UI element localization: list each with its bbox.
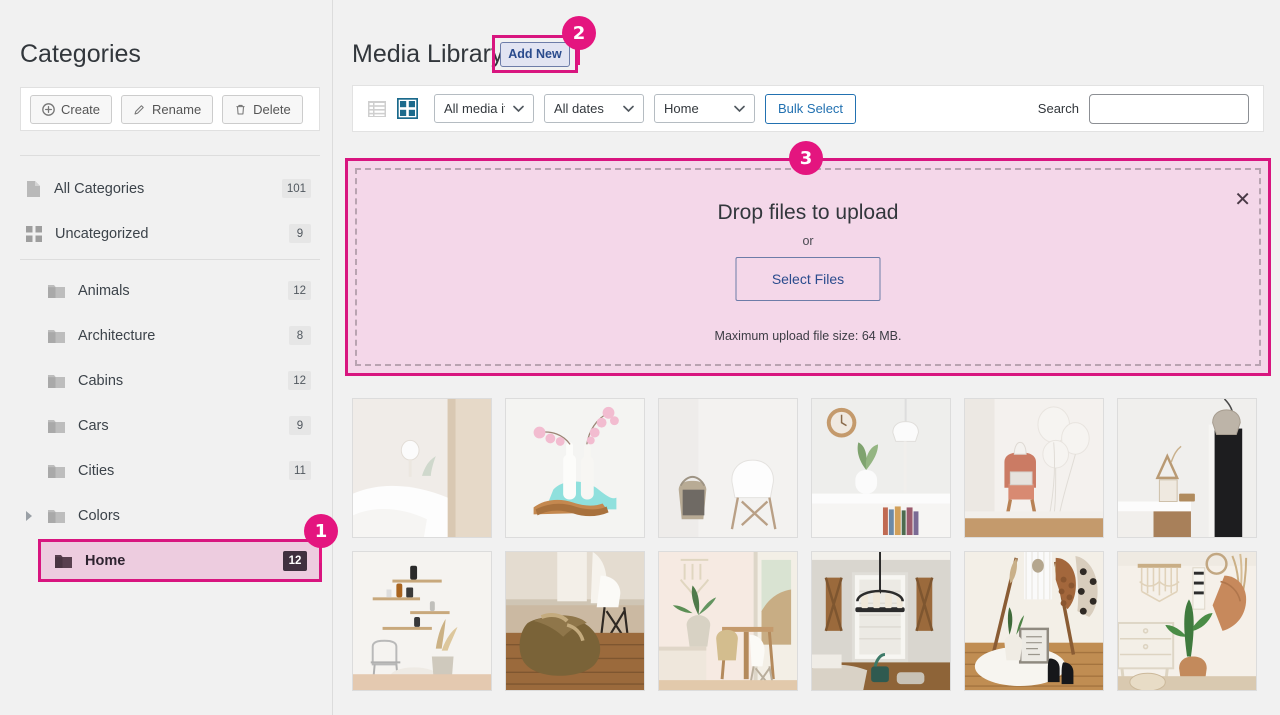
- sidebar-title: Categories: [20, 40, 141, 68]
- plus-circle-icon: [42, 102, 55, 116]
- page-icon: [26, 180, 41, 198]
- sidebar-item-colors[interactable]: Colors: [0, 493, 333, 538]
- sidebar-item-label: Colors: [78, 507, 120, 524]
- folder-icon: [48, 284, 65, 298]
- sidebar-item-cabins[interactable]: Cabins 12: [0, 358, 333, 403]
- category-actions-bar: Create Rename Delete: [20, 87, 320, 131]
- sidebar-item-count: 12: [283, 550, 307, 571]
- trash-icon: [234, 103, 247, 116]
- sidebar-item-label: Cabins: [78, 372, 124, 389]
- folder-icon: [48, 509, 65, 523]
- media-thumbnail[interactable]: [811, 398, 951, 538]
- sidebar-item-count: 101: [281, 179, 311, 198]
- sidebar-item-animals[interactable]: Animals 12: [0, 268, 333, 313]
- media-type-filter-select[interactable]: All media it: [434, 94, 534, 123]
- sidebar-item-label: All Categories: [54, 180, 145, 197]
- folder-icon: [48, 464, 65, 478]
- date-filter-select[interactable]: All dates: [544, 94, 644, 123]
- sidebar-item-cars[interactable]: Cars 9: [0, 403, 333, 448]
- rename-category-button[interactable]: Rename: [121, 94, 214, 124]
- create-category-label: Create: [61, 101, 101, 117]
- folder-icon: [48, 374, 65, 388]
- chevron-down-icon: [726, 105, 745, 113]
- categories-sidebar: Categories Create Rename Delete All Cate…: [0, 0, 333, 715]
- sidebar-item-all-categories[interactable]: All Categories 101: [0, 166, 333, 211]
- media-thumbnail[interactable]: [352, 398, 492, 538]
- delete-category-button[interactable]: Delete: [222, 94, 303, 124]
- sidebar-item-cities[interactable]: Cities 11: [0, 448, 333, 493]
- folder-icon: [48, 419, 65, 433]
- sidebar-item-label: Home: [85, 552, 126, 569]
- media-toolbar: All media it All dates Home Bulk Select: [352, 85, 1264, 132]
- sidebar-divider-mid: [20, 259, 320, 260]
- step-badge-2: 2: [562, 16, 596, 50]
- search-area: Search: [1037, 93, 1249, 124]
- pencil-icon: [133, 103, 146, 116]
- category-list: All Categories 101 Uncategorized 9: [0, 166, 333, 256]
- search-label: Search: [1037, 101, 1079, 116]
- media-thumbnail[interactable]: [658, 398, 798, 538]
- bulk-select-button[interactable]: Bulk Select: [765, 93, 857, 124]
- media-thumbnail[interactable]: [811, 551, 951, 691]
- sidebar-item-label: Cities: [78, 462, 115, 479]
- sidebar-item-count: 9: [289, 416, 311, 435]
- upload-dropzone[interactable]: ✕ Drop files to upload or Select Files M…: [345, 158, 1271, 376]
- search-input[interactable]: [1089, 93, 1249, 124]
- sidebar-item-label: Uncategorized: [55, 225, 149, 242]
- sidebar-item-count: 12: [288, 371, 311, 390]
- page-title: Media Library: [352, 40, 504, 68]
- select-files-button[interactable]: Select Files: [735, 257, 881, 301]
- dropzone-or-label: or: [802, 234, 814, 248]
- sidebar-item-count: 9: [289, 224, 311, 243]
- sidebar-item-count: 12: [288, 281, 311, 300]
- media-library-screen: Help Categories Create Rename: [0, 0, 1280, 715]
- sidebar-item-count: 11: [289, 461, 311, 480]
- folder-list: Animals 12 Architecture 8 Cabins 12 Cars…: [0, 268, 333, 538]
- media-library-main: Media Library Add New All media it All d…: [334, 0, 1280, 715]
- create-category-button[interactable]: Create: [30, 94, 113, 124]
- media-thumbnail[interactable]: [964, 398, 1104, 538]
- sidebar-item-label: Animals: [78, 282, 130, 299]
- sidebar-divider-top: [20, 155, 320, 156]
- media-thumbnail[interactable]: [658, 551, 798, 691]
- media-thumbnail[interactable]: [352, 551, 492, 691]
- step-badge-1: 1: [304, 514, 338, 548]
- step-badge-3: 3: [789, 141, 823, 175]
- sidebar-item-count: 8: [289, 326, 311, 345]
- chevron-down-icon: [615, 105, 634, 113]
- folder-icon: [48, 329, 65, 343]
- dropzone-title: Drop files to upload: [717, 201, 899, 224]
- date-filter-value: All dates: [554, 101, 604, 116]
- chevron-down-icon: [505, 105, 524, 113]
- grid-view-icon[interactable]: [396, 97, 419, 120]
- sidebar-item-label: Architecture: [78, 327, 156, 344]
- view-mode-toggle: [367, 97, 419, 120]
- media-thumbnail[interactable]: [1117, 551, 1257, 691]
- media-type-filter-value: All media it: [444, 101, 505, 116]
- add-new-button[interactable]: Add New: [500, 41, 570, 67]
- media-thumbnail[interactable]: [505, 398, 645, 538]
- sidebar-home-category[interactable]: Home 12: [38, 539, 322, 582]
- sidebar-item-uncategorized[interactable]: Uncategorized 9: [0, 211, 333, 256]
- category-filter-value: Home: [664, 101, 699, 116]
- expand-triangle-icon[interactable]: [26, 510, 32, 521]
- category-filter-select[interactable]: Home: [654, 94, 755, 123]
- media-thumbnail[interactable]: [964, 551, 1104, 691]
- media-grid: [352, 398, 1264, 691]
- max-upload-size-text: Maximum upload file size: 64 MB.: [714, 329, 902, 343]
- media-thumbnail[interactable]: [1117, 398, 1257, 538]
- list-view-icon[interactable]: [367, 99, 387, 119]
- sidebar-item-architecture[interactable]: Architecture 8: [0, 313, 333, 358]
- delete-category-label: Delete: [253, 101, 291, 117]
- folder-icon: [55, 554, 72, 568]
- sidebar-item-label: Cars: [78, 417, 109, 434]
- rename-category-label: Rename: [152, 101, 202, 117]
- grid-squares-icon: [26, 225, 42, 242]
- media-thumbnail[interactable]: [505, 551, 645, 691]
